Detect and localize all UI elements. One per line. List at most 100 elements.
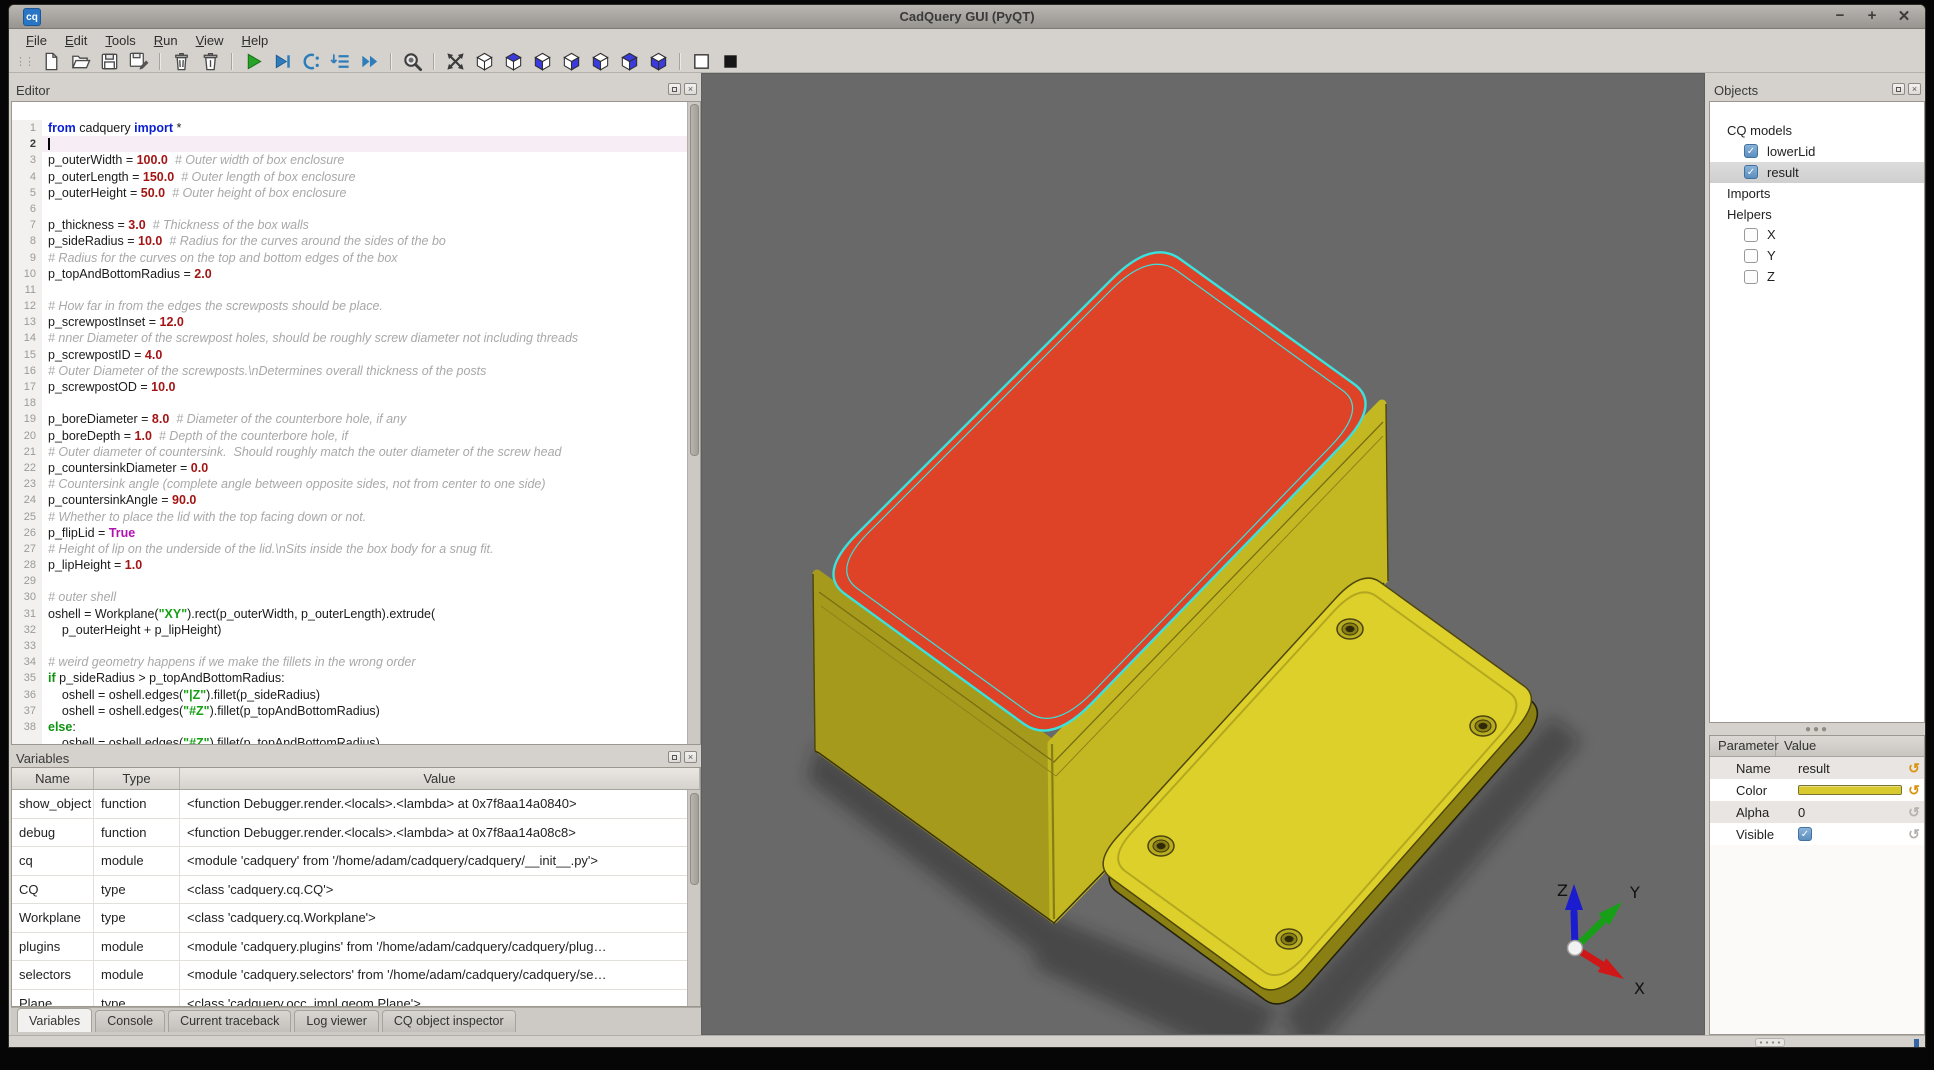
column-header-value[interactable]: Value (180, 768, 700, 789)
close-panel-icon[interactable]: × (1908, 83, 1921, 95)
tab-cq-object-inspector[interactable]: CQ object inspector (382, 1010, 516, 1032)
tab-console[interactable]: Console (95, 1010, 165, 1032)
tree-item-lowerlid[interactable]: ✓lowerLid (1710, 141, 1924, 162)
run-button[interactable] (240, 50, 267, 72)
code-line-33: 33 (12, 638, 700, 654)
variable-row-cq[interactable]: cqmodule<module 'cadquery' from '/home/a… (12, 847, 700, 876)
checkbox-lowerlid[interactable]: ✓ (1744, 144, 1758, 158)
zoom-selection-button[interactable] (399, 50, 426, 72)
tree-item-x[interactable]: X (1710, 224, 1924, 245)
column-header-name[interactable]: Name (12, 768, 94, 789)
tab-current-traceback[interactable]: Current traceback (168, 1010, 291, 1032)
float-panel-icon[interactable] (1892, 83, 1905, 95)
open-file-button[interactable] (67, 50, 94, 72)
checkbox-x[interactable] (1744, 228, 1758, 242)
panel-splitter[interactable]: ●●● (1709, 723, 1925, 735)
step-over-icon (305, 54, 319, 67)
view-bottom-button[interactable] (529, 50, 556, 72)
variable-row-debug[interactable]: debugfunction<function Debugger.render.<… (12, 819, 700, 848)
float-panel-icon[interactable] (668, 83, 681, 95)
variable-row-plugins[interactable]: pluginsmodule<module 'cadquery.plugins' … (12, 933, 700, 962)
close-panel-icon[interactable]: × (684, 751, 697, 763)
view-front-button[interactable] (616, 50, 643, 72)
screw-hole (1276, 929, 1302, 949)
editor-panel-header: Editor × (11, 81, 701, 99)
param-value[interactable]: 0 (1776, 805, 1904, 820)
tree-item-y[interactable]: Y (1710, 245, 1924, 266)
run-to-end-button[interactable] (356, 50, 383, 72)
param-value[interactable]: ✓ (1776, 827, 1904, 841)
menu-edit[interactable]: Edit (56, 32, 96, 49)
viewport-3d[interactable]: Z Y X (701, 73, 1705, 1035)
scrollbar-thumb[interactable] (690, 793, 699, 885)
debug-continue-button[interactable] (269, 50, 296, 72)
new-file-button[interactable] (38, 50, 65, 72)
tree-item-z[interactable]: Z (1710, 266, 1924, 287)
code-editor[interactable]: 1from cadquery import *23p_outerWidth = … (11, 101, 701, 745)
reset-param-button[interactable]: ↺ (1904, 804, 1924, 821)
menu-run[interactable]: Run (145, 32, 187, 49)
step-over-button[interactable] (298, 50, 325, 72)
checkbox-result[interactable]: ✓ (1744, 165, 1758, 179)
save-button[interactable] (96, 50, 123, 72)
menu-help[interactable]: Help (233, 32, 278, 49)
toolbar-drag-handle[interactable]: ⋮⋮ (15, 55, 33, 68)
maximize-button[interactable]: + (1863, 7, 1881, 25)
reset-param-button[interactable]: ↺ (1904, 826, 1924, 843)
close-button[interactable]: ✕ (1895, 7, 1913, 25)
variable-row-workplane[interactable]: Workplanetype<class 'cadquery.cq.Workpla… (12, 904, 700, 933)
view-shaded-button[interactable] (717, 50, 744, 72)
axis-y-label: Y (1629, 883, 1640, 902)
step-into-button[interactable] (327, 50, 354, 72)
view-plain-button[interactable] (688, 50, 715, 72)
menu-tools[interactable]: Tools (96, 32, 144, 49)
param-value[interactable]: result (1776, 761, 1904, 776)
tree-item-result[interactable]: ✓result (1710, 162, 1924, 183)
close-panel-icon[interactable]: × (684, 83, 697, 95)
clear-all-button[interactable] (197, 50, 224, 72)
tree-group-helpers[interactable]: Helpers (1710, 204, 1924, 225)
cell: plugins (12, 933, 94, 961)
code-line-13: 13p_screwpostInset = 12.0 (12, 314, 700, 330)
cell: show_object (12, 790, 94, 818)
variable-row-selectors[interactable]: selectorsmodule<module 'cadquery.selecto… (12, 961, 700, 990)
minimize-button[interactable]: − (1831, 7, 1849, 25)
reset-param-button[interactable]: ↺ (1904, 782, 1924, 799)
float-panel-icon[interactable] (668, 751, 681, 763)
view-iso-button[interactable] (471, 50, 498, 72)
tree-group-imports[interactable]: Imports (1710, 183, 1924, 204)
code-lines[interactable]: 1from cadquery import *23p_outerWidth = … (12, 102, 700, 745)
delete-object-button[interactable] (168, 50, 195, 72)
editor-scrollbar[interactable] (687, 102, 700, 744)
checkbox-z[interactable] (1744, 270, 1758, 284)
view-top-button[interactable] (500, 50, 527, 72)
color-swatch[interactable] (1798, 785, 1902, 795)
titlebar[interactable]: cq CadQuery GUI (PyQT) −+✕ (9, 5, 1925, 29)
tab-log-viewer[interactable]: Log viewer (294, 1010, 378, 1032)
tab-variables[interactable]: Variables (17, 1008, 92, 1032)
variables-scrollbar[interactable] (687, 790, 700, 1007)
code-line-16: 16# Outer Diameter of the screwposts.\nD… (12, 363, 700, 379)
variable-row-show-object[interactable]: show_objectfunction<function Debugger.re… (12, 790, 700, 819)
view-back-button[interactable] (645, 50, 672, 72)
fit-view-button[interactable] (442, 50, 469, 72)
checkbox-y[interactable] (1744, 249, 1758, 263)
param-value[interactable] (1776, 785, 1904, 795)
code-line-32: 32 p_outerHeight + p_lipHeight) (12, 622, 700, 638)
variable-row-cq[interactable]: CQtype<class 'cadquery.cq.CQ'> (12, 876, 700, 905)
view-left-button[interactable] (587, 50, 614, 72)
code-line-clipped: oshell = oshell.edges("#Z").fillet(p_top… (12, 735, 700, 745)
column-header-type[interactable]: Type (94, 768, 180, 789)
menu-file[interactable]: File (17, 32, 56, 49)
view-right-button[interactable] (558, 50, 585, 72)
tree-group-cq-models[interactable]: CQ models (1710, 120, 1924, 141)
status-grip[interactable] (1755, 1038, 1785, 1047)
tree-label: X (1767, 227, 1776, 242)
menu-view[interactable]: View (187, 32, 233, 49)
reset-param-button[interactable]: ↺ (1904, 760, 1924, 777)
variable-row-plane[interactable]: Planetype<class 'cadquery.occ_impl.geom.… (12, 990, 700, 1008)
visible-checkbox[interactable]: ✓ (1798, 827, 1812, 841)
code-line-9: 9# Radius for the curves on the top and … (12, 250, 700, 266)
scrollbar-thumb[interactable] (690, 104, 699, 456)
save-as-button[interactable] (125, 50, 152, 72)
